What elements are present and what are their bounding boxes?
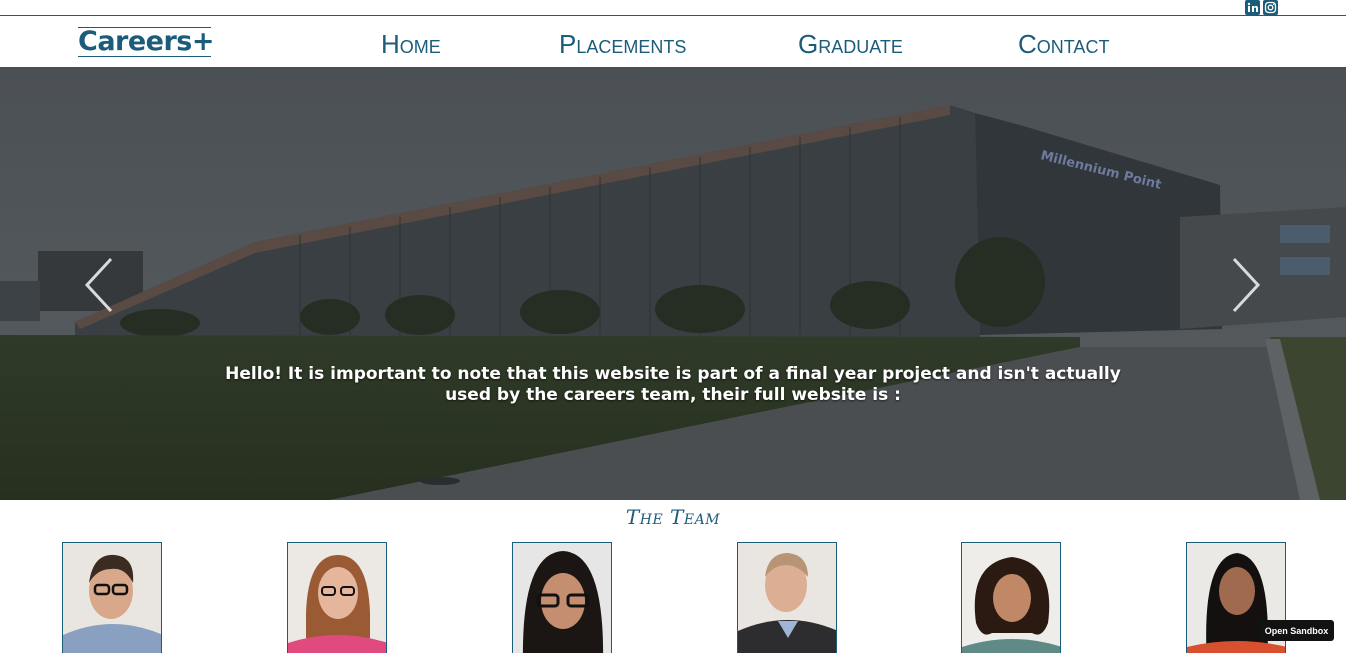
nav-placements[interactable]: Placements bbox=[559, 30, 686, 58]
carousel-prev-arrow[interactable] bbox=[81, 255, 117, 315]
hero-carousel: Millennium Point Hello! It is important … bbox=[0, 67, 1346, 500]
team-member-photo[interactable] bbox=[737, 542, 837, 653]
carousel-next-arrow[interactable] bbox=[1228, 255, 1264, 315]
instagram-icon[interactable] bbox=[1263, 0, 1278, 15]
team-heading: The Team bbox=[625, 505, 721, 529]
nav-graduate[interactable]: Graduate bbox=[798, 30, 903, 58]
site-logo[interactable]: Careers+ bbox=[78, 27, 214, 57]
top-strip bbox=[0, 0, 1346, 16]
social-links bbox=[1245, 0, 1278, 15]
team-member-photo[interactable] bbox=[512, 542, 612, 653]
open-sandbox-button[interactable]: Open Sandbox bbox=[1259, 620, 1334, 641]
team-member-photo[interactable] bbox=[62, 542, 162, 653]
nav-contact[interactable]: Contact bbox=[1018, 30, 1109, 58]
hero-image: Millennium Point bbox=[0, 67, 1346, 500]
team-member-photo[interactable] bbox=[961, 542, 1061, 653]
linkedin-icon[interactable] bbox=[1245, 0, 1260, 15]
site-header: Careers+ Home Placements Graduate Contac… bbox=[0, 17, 1346, 67]
hero-message: Hello! It is important to note that this… bbox=[225, 364, 1121, 405]
nav-home[interactable]: Home bbox=[381, 30, 441, 58]
team-member-photo[interactable] bbox=[287, 542, 387, 653]
